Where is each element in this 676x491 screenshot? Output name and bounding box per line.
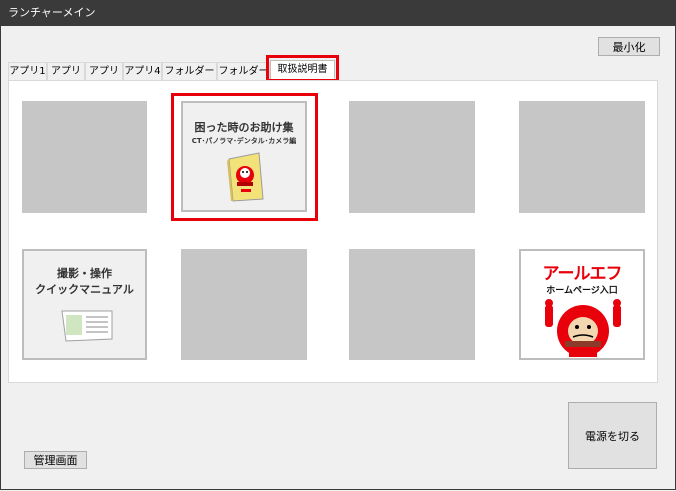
tile-empty-3[interactable] <box>519 101 645 213</box>
tab-app2[interactable]: アプリ2 <box>47 62 85 95</box>
admin-screen-button[interactable]: 管理画面 <box>24 451 87 469</box>
minimize-button[interactable]: 最小化 <box>598 37 660 56</box>
title-bar: ランチャーメイン <box>0 0 676 26</box>
tile-empty-4[interactable] <box>181 249 307 360</box>
tile-empty-5[interactable] <box>349 249 475 360</box>
tile-empty-1[interactable] <box>22 101 147 213</box>
tab-app3[interactable]: アプリ3 <box>85 62 123 95</box>
tab-app4[interactable]: アプリ4 <box>123 62 162 80</box>
quick-manual-title-2: クイックマニュアル <box>35 283 134 296</box>
tab-highlight-frame <box>266 55 339 82</box>
tile-quick-manual[interactable]: 撮影・操作 クイックマニュアル <box>22 249 147 360</box>
window-title: ランチャーメイン <box>8 6 96 19</box>
quick-manual-title-1: 撮影・操作 <box>57 267 112 280</box>
tile-homepage[interactable]: アールエフ ホームページ入口 <box>519 249 645 360</box>
selected-tile-frame <box>171 93 318 221</box>
tile-empty-2[interactable] <box>349 101 475 213</box>
power-off-button[interactable]: 電源を切る <box>568 402 657 469</box>
mascot-icon <box>545 299 621 357</box>
document-icon <box>61 310 113 342</box>
tab-folder2[interactable]: フォルダー2 <box>217 62 270 95</box>
homepage-brand: アールエフ <box>542 264 623 284</box>
tab-app1[interactable]: アプリ1 <box>8 62 47 80</box>
tab-folder1[interactable]: フォルダー1 <box>162 62 217 95</box>
